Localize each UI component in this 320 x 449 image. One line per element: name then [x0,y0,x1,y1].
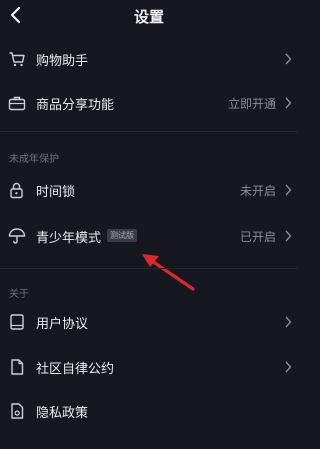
menu-item-label: 购物助手 [36,54,89,69]
chevron-right-icon [285,184,292,196]
chevron-right-icon [285,53,292,65]
menu-item-product-share[interactable]: 商品分享功能 立即开通 [0,81,298,125]
briefcase-icon [8,96,26,111]
menu-item-community-rules[interactable]: 社区自律公约 [0,345,298,389]
menu-item-label: 社区自律公约 [36,362,115,377]
section-divider [0,268,298,269]
menu-item-user-agreement[interactable]: 用户协议 [0,300,298,344]
menu-item-label: 隐私政策 [36,406,89,421]
beta-badge: 测试版 [107,229,137,242]
menu-item-value: 未开启 [239,184,276,198]
book-icon [10,314,24,330]
lock-icon [10,182,23,199]
menu-item-value: 已开启 [239,230,276,244]
menu-item-label: 用户协议 [36,317,89,332]
annotation-arrow [142,254,195,291]
document-icon [11,359,24,375]
chevron-right-icon [285,230,292,242]
menu-item-privacy-policy[interactable]: 隐私政策 [0,389,298,433]
chevron-right-icon [285,316,292,328]
section-title-minor-protection: 未成年保护 [9,154,59,165]
top-bar: 设置 [0,0,298,30]
menu-item-value: 立即开通 [227,97,276,111]
section-divider [0,131,298,132]
section-title-about: 关于 [9,289,29,300]
cart-icon [9,52,25,67]
umbrella-icon [8,228,26,244]
chevron-right-icon [285,97,292,109]
menu-item-time-lock[interactable]: 时间锁 未开启 [0,168,298,212]
menu-item-label: 商品分享功能 [36,98,115,113]
menu-item-label: 青少年模式 [36,231,102,246]
menu-item-shopping-assistant[interactable]: 购物助手 [0,37,298,81]
menu-item-label: 时间锁 [36,185,76,200]
privacy-document-icon [11,403,24,419]
page-title: 设置 [133,8,164,26]
chevron-right-icon [285,361,292,373]
